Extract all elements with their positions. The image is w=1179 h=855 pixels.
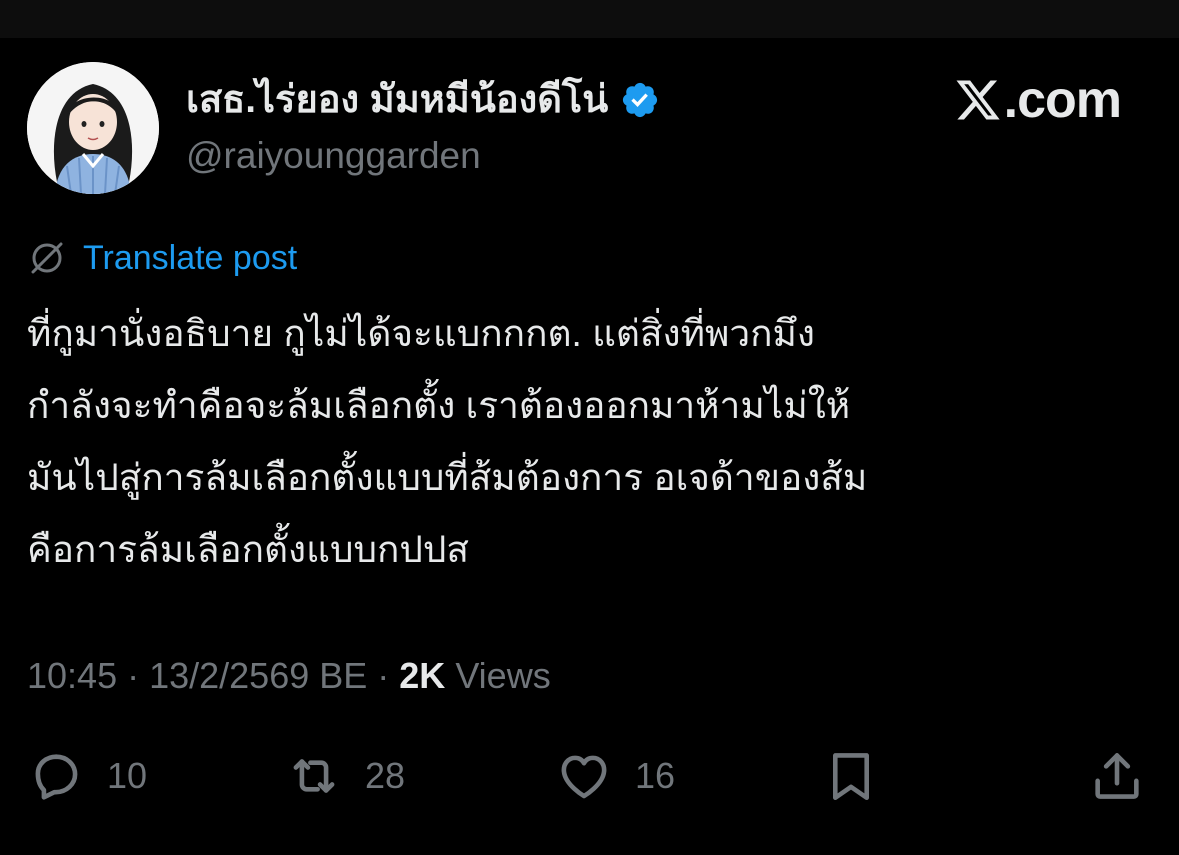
author-handle[interactable]: @raiyounggarden — [186, 132, 481, 180]
post-text-line: กำลังจะทำคือจะล้มเลือกตั้ง เราต้องออกมาห… — [27, 385, 851, 426]
like-button[interactable]: 16 — [555, 740, 675, 812]
heart-icon — [561, 755, 607, 799]
x-logo-icon — [956, 80, 1000, 120]
translate-post-link[interactable]: Translate post — [83, 232, 297, 284]
avatar-illustration — [27, 62, 159, 194]
repost-button[interactable]: 28 — [285, 740, 405, 812]
reply-count: 10 — [107, 755, 148, 796]
post-date[interactable]: 13/2/2569 BE — [149, 655, 367, 696]
views-label[interactable]: Views — [445, 655, 550, 696]
post-text-line: ที่กูมานั่งอธิบาย กูไม่ได้จะแบกกกต. แต่ส… — [27, 313, 816, 354]
verified-badge-icon — [623, 82, 658, 118]
post-time[interactable]: 10:45 — [27, 655, 117, 696]
like-count: 16 — [635, 755, 676, 796]
translate-slash-icon — [31, 242, 63, 274]
bookmark-button[interactable] — [822, 740, 880, 812]
repost-icon — [293, 759, 335, 793]
post-text-line: มันไปสู่การล้มเลือกตั้งแบบที่ส้มต้องการ … — [27, 457, 868, 498]
x-watermark: .com — [954, 70, 1122, 130]
post-text: ที่กูมานั่งอธิบาย กูไม่ได้จะแบกกกต. แต่ส… — [27, 298, 1157, 586]
top-strip — [0, 0, 1179, 38]
post-meta: 10:45 · 13/2/2569 BE · 2K Views — [27, 648, 551, 704]
share-icon — [1095, 753, 1139, 799]
action-bar: 10 28 16 — [0, 740, 1179, 812]
meta-separator: · — [367, 655, 400, 696]
translate-row[interactable]: Translate post — [27, 232, 297, 284]
repost-count: 28 — [365, 755, 406, 796]
share-button[interactable] — [1088, 740, 1146, 812]
author-display-name-row[interactable]: เสธ.ไร่ยอง มัมหมีน้องดีโน่ — [186, 74, 660, 126]
meta-separator: · — [117, 655, 150, 696]
author-display-name[interactable]: เสธ.ไร่ยอง มัมหมีน้องดีโน่ — [186, 74, 608, 126]
post-text-line: คือการล้มเลือกตั้งแบบกปปส — [27, 529, 469, 570]
views-count[interactable]: 2K — [399, 655, 445, 696]
reply-button[interactable]: 10 — [27, 740, 147, 812]
bookmark-icon — [832, 753, 870, 801]
reply-icon — [35, 754, 78, 800]
x-watermark-text: .com — [1003, 71, 1122, 129]
avatar[interactable] — [27, 62, 159, 194]
